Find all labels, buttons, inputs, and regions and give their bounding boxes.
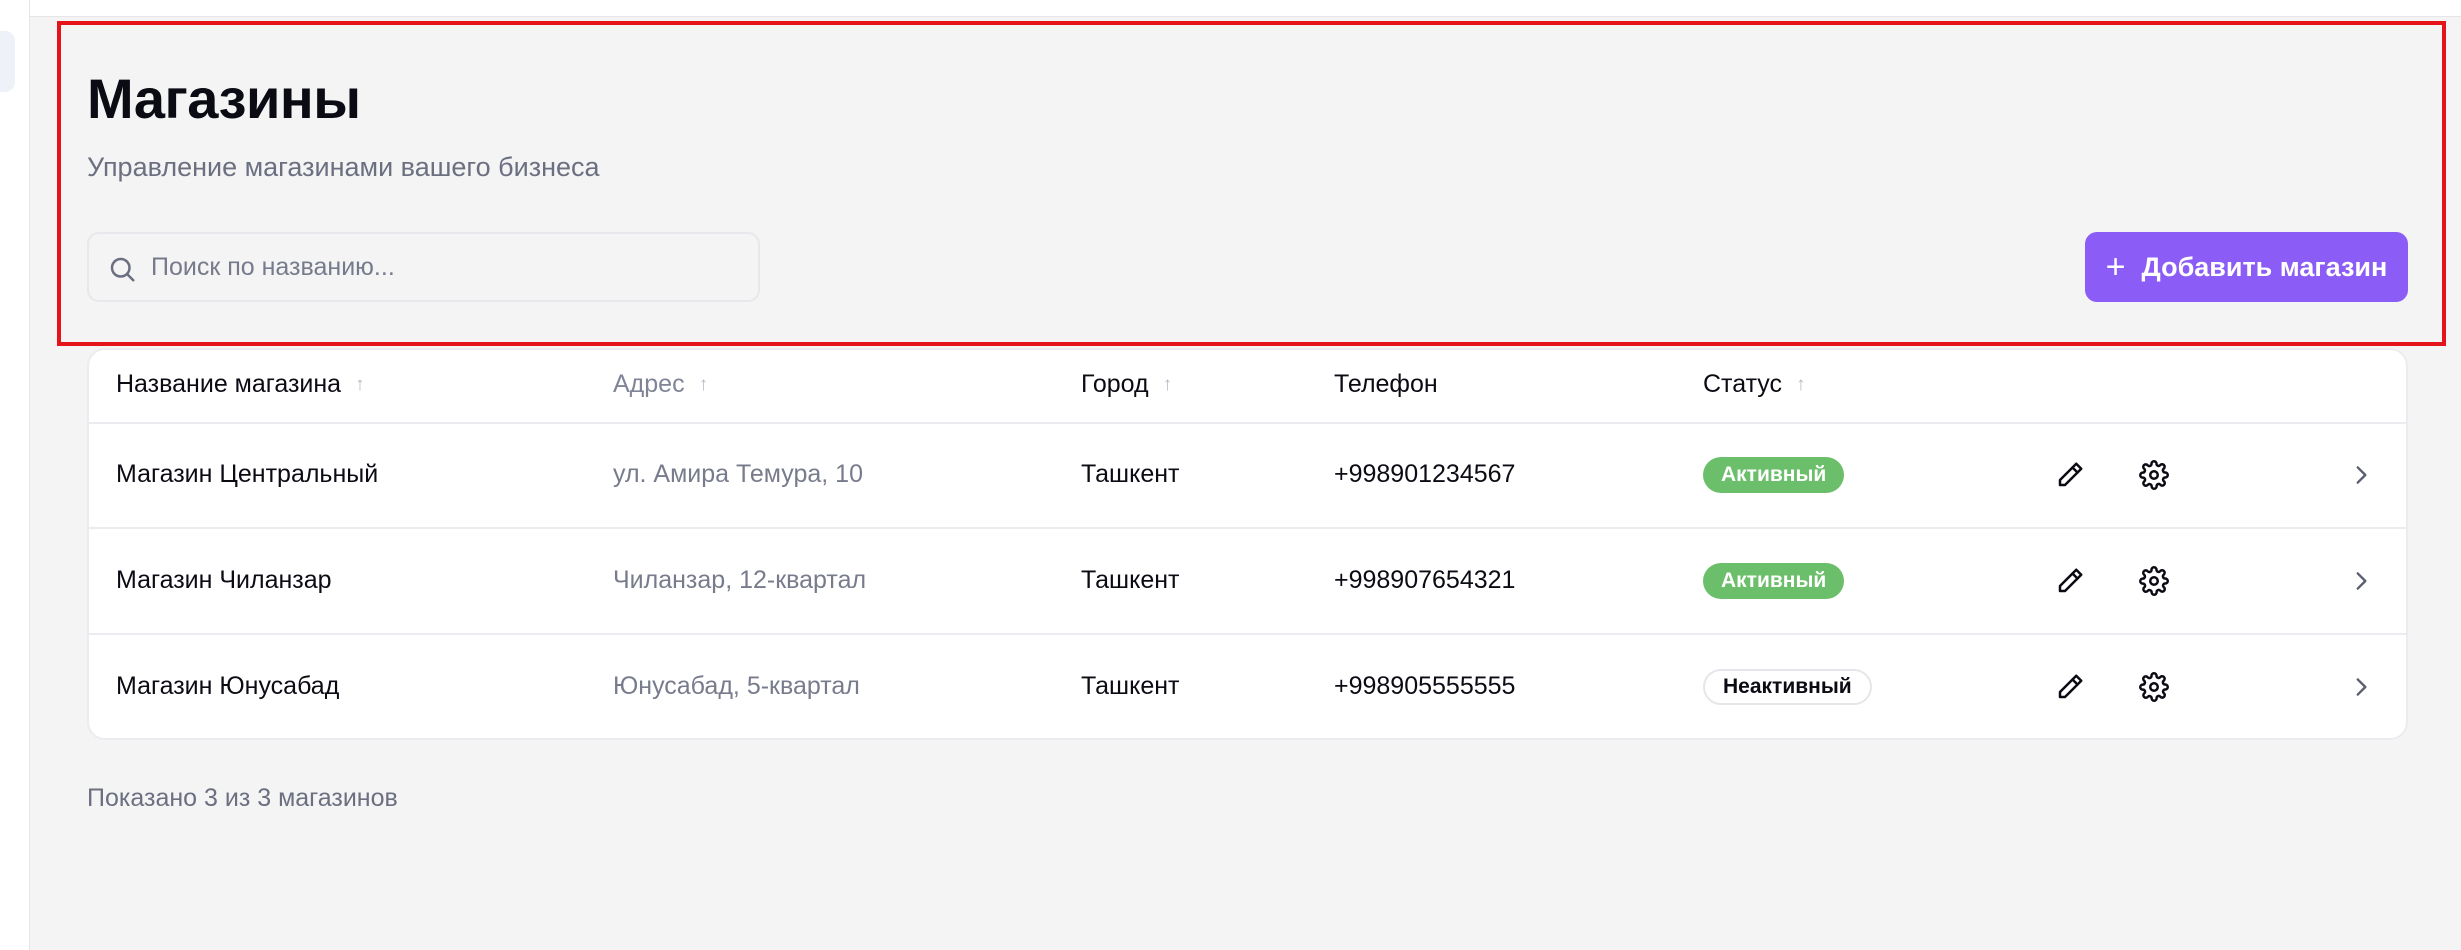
pencil-icon — [2058, 674, 2083, 699]
results-count: Показано 3 из 3 магазинов — [87, 784, 398, 812]
top-bar — [0, 0, 2461, 17]
status-badge: Неактивный — [1703, 669, 1872, 705]
plus-icon: + — [2105, 248, 2126, 286]
column-header-label: Статус — [1703, 370, 1783, 398]
column-header-label: Телефон — [1334, 370, 1438, 398]
column-header-phone: Телефон — [1334, 370, 1438, 399]
status-badge: Активный — [1703, 563, 1845, 599]
search-icon — [110, 257, 135, 282]
sort-arrow-icon: ↑ — [355, 373, 365, 395]
edit-button[interactable] — [2051, 562, 2089, 600]
table-row[interactable]: Магазин Юнусабад Юнусабад, 5-квартал Таш… — [89, 636, 2406, 738]
settings-button[interactable] — [2135, 562, 2173, 600]
column-header-label: Название магазина — [116, 370, 342, 398]
store-name: Магазин Центральный — [116, 460, 379, 488]
settings-button[interactable] — [2135, 668, 2173, 706]
open-row-button[interactable] — [2344, 458, 2378, 492]
status-badge: Активный — [1703, 457, 1845, 493]
pencil-icon — [2058, 568, 2083, 593]
store-city: Ташкент — [1081, 460, 1180, 488]
sort-arrow-icon: ↑ — [1796, 373, 1806, 395]
store-address: ул. Амира Темура, 10 — [613, 460, 863, 488]
column-header-status[interactable]: Статус ↑ — [1703, 370, 1806, 399]
store-name: Магазин Юнусабад — [116, 672, 340, 700]
page-title: Магазины — [87, 67, 361, 130]
search-box[interactable] — [87, 232, 760, 302]
gear-icon — [2139, 460, 2169, 490]
edit-button[interactable] — [2051, 668, 2089, 706]
chevron-right-icon — [2356, 466, 2367, 484]
table-row[interactable]: Магазин Центральный ул. Амира Темура, 10… — [89, 424, 2406, 529]
search-input[interactable] — [151, 234, 751, 300]
column-header-label: Адрес — [613, 370, 685, 398]
edit-button[interactable] — [2051, 456, 2089, 494]
gear-icon — [2139, 566, 2169, 596]
store-phone: +998905555555 — [1334, 672, 1516, 700]
column-header-address[interactable]: Адрес ↑ — [613, 370, 708, 399]
column-header-label: Город — [1081, 370, 1149, 398]
column-header-name[interactable]: Название магазина ↑ — [116, 370, 365, 399]
store-city: Ташкент — [1081, 672, 1180, 700]
store-phone: +998907654321 — [1334, 566, 1516, 594]
sort-arrow-icon: ↑ — [698, 373, 709, 395]
page-subtitle: Управление магазинами вашего бизнеса — [87, 152, 600, 182]
stores-table: Название магазина ↑ Адрес ↑ Город ↑ Теле… — [87, 348, 2408, 740]
store-phone: +998901234567 — [1334, 460, 1516, 488]
table-row[interactable]: Магазин Чиланзар Чиланзар, 12-квартал Та… — [89, 530, 2406, 635]
store-city: Ташкент — [1081, 566, 1180, 594]
store-name: Магазин Чиланзар — [116, 566, 332, 594]
open-row-button[interactable] — [2344, 670, 2378, 704]
add-store-button-label: Добавить магазин — [2141, 251, 2388, 282]
gear-icon — [2139, 672, 2169, 702]
sidebar — [0, 0, 30, 950]
chevron-right-icon — [2356, 572, 2367, 590]
open-row-button[interactable] — [2344, 564, 2378, 598]
add-store-button[interactable]: + Добавить магазин — [2085, 232, 2408, 302]
sidebar-active-item[interactable] — [0, 31, 15, 92]
settings-button[interactable] — [2135, 456, 2173, 494]
column-header-city[interactable]: Город ↑ — [1081, 370, 1172, 399]
pencil-icon — [2058, 462, 2083, 487]
store-address: Чиланзар, 12-квартал — [613, 566, 867, 594]
store-address: Юнусабад, 5-квартал — [613, 672, 860, 700]
table-header: Название магазина ↑ Адрес ↑ Город ↑ Теле… — [89, 350, 2406, 424]
sort-arrow-icon: ↑ — [1162, 373, 1173, 395]
chevron-right-icon — [2356, 678, 2367, 696]
